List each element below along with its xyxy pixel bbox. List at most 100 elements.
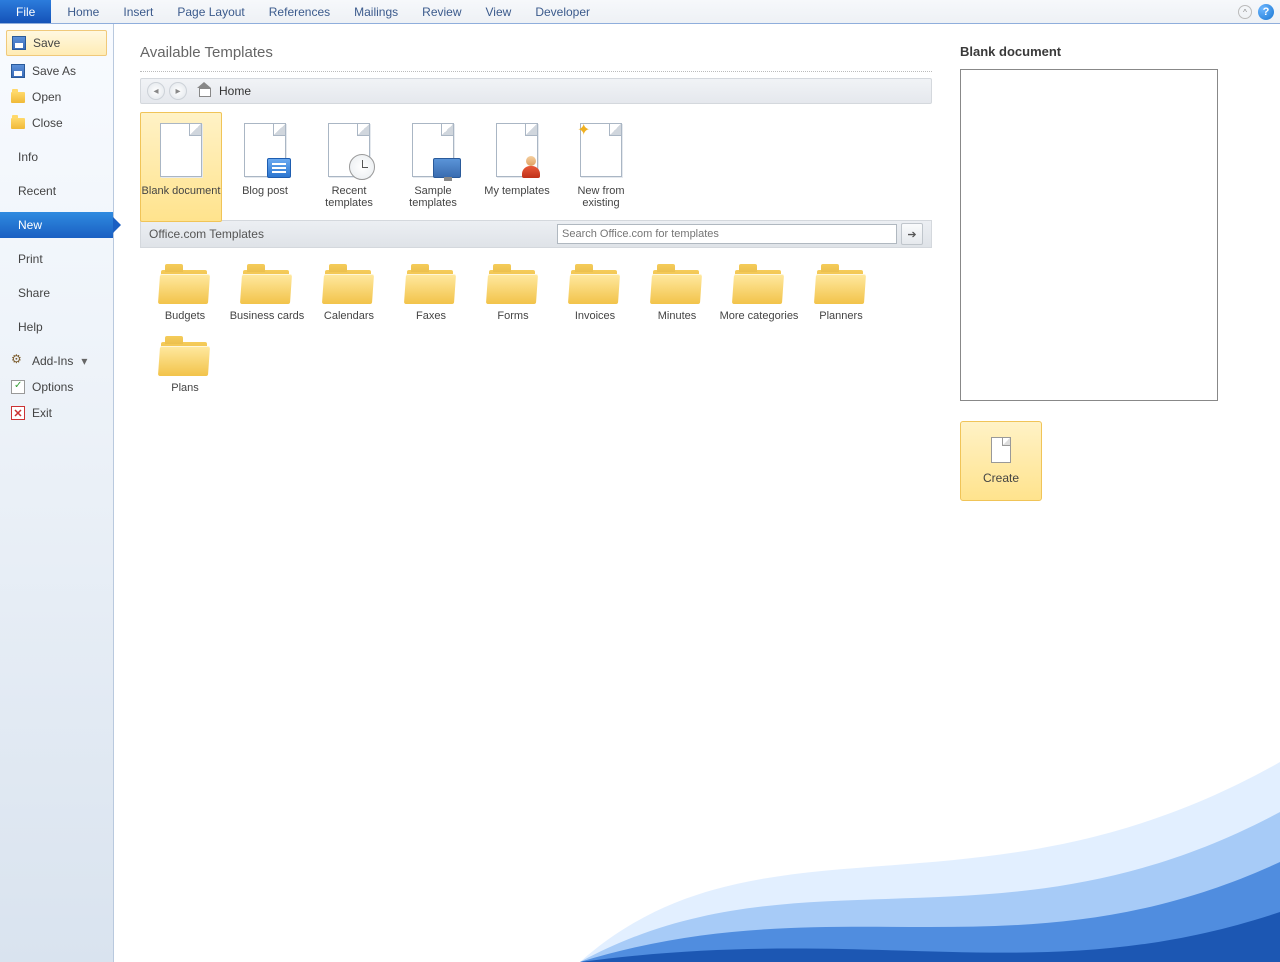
category-label: Calendars <box>324 310 374 322</box>
sidebar-item-options[interactable]: Options <box>0 374 113 400</box>
ribbon: File Home Insert Page Layout References … <box>0 0 1280 24</box>
category-label: Budgets <box>165 310 205 322</box>
template-blog-post[interactable]: Blog post <box>224 112 306 222</box>
category-forms[interactable]: Forms <box>472 262 554 322</box>
sidebar-label: Help <box>18 320 43 334</box>
category-planners[interactable]: Planners <box>800 262 882 322</box>
search-input[interactable] <box>557 224 897 244</box>
category-label: More categories <box>720 310 799 322</box>
sidebar-item-help[interactable]: Help <box>0 314 113 340</box>
sidebar-item-new[interactable]: New <box>0 212 113 238</box>
folder-icon <box>241 262 293 304</box>
open-icon <box>11 92 25 103</box>
save-icon <box>12 36 26 50</box>
breadcrumb-forward-button[interactable]: ▸ <box>169 82 187 100</box>
template-new-from-existing[interactable]: ✦ New from existing <box>560 112 642 222</box>
sidebar-label: Share <box>18 286 50 300</box>
saveas-icon <box>11 64 25 78</box>
breadcrumb-bar: ◂ ▸ Home <box>140 78 932 104</box>
folder-icon <box>569 262 621 304</box>
template-label: Sample templates <box>393 185 473 209</box>
tab-references[interactable]: References <box>257 0 342 23</box>
options-icon <box>11 380 25 394</box>
sidebar-label: Save <box>33 36 60 50</box>
sidebar-item-close[interactable]: Close <box>0 110 113 136</box>
preview-title: Blank document <box>960 44 1240 59</box>
category-more[interactable]: More categories <box>718 262 800 322</box>
divider <box>140 71 932 72</box>
sidebar-label: Close <box>32 116 63 130</box>
breadcrumb-home[interactable]: Home <box>219 84 251 98</box>
category-label: Forms <box>497 310 528 322</box>
tab-home[interactable]: Home <box>55 0 111 23</box>
template-label: Recent templates <box>309 185 389 209</box>
sidebar-label: Save As <box>32 64 76 78</box>
sidebar-label: Add-Ins <box>32 354 73 368</box>
help-icon[interactable]: ? <box>1258 4 1274 20</box>
backstage-sidebar: Save Save As Open Close Info Recent New … <box>0 24 114 962</box>
category-label: Business cards <box>230 310 305 322</box>
main-content: Available Templates ◂ ▸ Home Blank docum… <box>114 24 960 962</box>
home-icon[interactable] <box>197 85 211 97</box>
template-blank-document[interactable]: Blank document <box>140 112 222 222</box>
folder-icon <box>159 262 211 304</box>
page-title: Available Templates <box>140 44 932 61</box>
category-grid: Budgets Business cards Calendars Faxes F… <box>140 248 932 404</box>
folder-icon <box>733 262 785 304</box>
preview-pane <box>960 69 1218 401</box>
folder-icon <box>159 334 211 376</box>
category-plans[interactable]: Plans <box>144 334 226 394</box>
tab-page-layout[interactable]: Page Layout <box>165 0 256 23</box>
sidebar-label: Recent <box>18 184 56 198</box>
template-recent[interactable]: Recent templates <box>308 112 390 222</box>
category-business-cards[interactable]: Business cards <box>226 262 308 322</box>
sidebar-label: Info <box>18 150 38 164</box>
tab-file[interactable]: File <box>0 0 51 23</box>
breadcrumb-back-button[interactable]: ◂ <box>147 82 165 100</box>
sidebar-label: Exit <box>32 406 52 420</box>
sidebar-item-info[interactable]: Info <box>0 144 113 170</box>
template-label: Blank document <box>142 185 221 197</box>
sample-icon <box>412 123 454 177</box>
sidebar-item-recent[interactable]: Recent <box>0 178 113 204</box>
category-minutes[interactable]: Minutes <box>636 262 718 322</box>
blank-doc-icon <box>160 123 202 177</box>
folder-icon <box>405 262 457 304</box>
sidebar-item-share[interactable]: Share <box>0 280 113 306</box>
create-label: Create <box>983 471 1019 485</box>
sidebar-label: Options <box>32 380 73 394</box>
sidebar-item-saveas[interactable]: Save As <box>0 58 113 84</box>
template-label: Blog post <box>242 185 288 197</box>
search-go-button[interactable]: ➔ <box>901 223 923 245</box>
right-panel: Blank document Create <box>960 24 1280 962</box>
tab-mailings[interactable]: Mailings <box>342 0 410 23</box>
new-from-existing-icon: ✦ <box>580 123 622 177</box>
tab-developer[interactable]: Developer <box>523 0 602 23</box>
sidebar-item-print[interactable]: Print <box>0 246 113 272</box>
category-faxes[interactable]: Faxes <box>390 262 472 322</box>
office-templates-label: Office.com Templates <box>149 227 264 241</box>
folder-icon <box>487 262 539 304</box>
folder-icon <box>323 262 375 304</box>
tab-review[interactable]: Review <box>410 0 473 23</box>
blog-icon <box>244 123 286 177</box>
create-button[interactable]: Create <box>960 421 1042 501</box>
category-label: Plans <box>171 382 199 394</box>
tab-view[interactable]: View <box>474 0 524 23</box>
category-label: Minutes <box>658 310 697 322</box>
sidebar-item-exit[interactable]: ✕Exit <box>0 400 113 426</box>
template-sample[interactable]: Sample templates <box>392 112 474 222</box>
collapse-ribbon-icon[interactable]: ^ <box>1238 5 1252 19</box>
tab-insert[interactable]: Insert <box>111 0 165 23</box>
category-invoices[interactable]: Invoices <box>554 262 636 322</box>
close-icon <box>11 118 25 129</box>
sidebar-item-open[interactable]: Open <box>0 84 113 110</box>
sidebar-item-addins[interactable]: Add-Ins▾ <box>0 348 113 374</box>
recent-icon <box>328 123 370 177</box>
template-my[interactable]: My templates <box>476 112 558 222</box>
sidebar-item-save[interactable]: Save <box>6 30 107 56</box>
sidebar-label: New <box>18 218 42 232</box>
category-calendars[interactable]: Calendars <box>308 262 390 322</box>
category-budgets[interactable]: Budgets <box>144 262 226 322</box>
folder-icon <box>651 262 703 304</box>
